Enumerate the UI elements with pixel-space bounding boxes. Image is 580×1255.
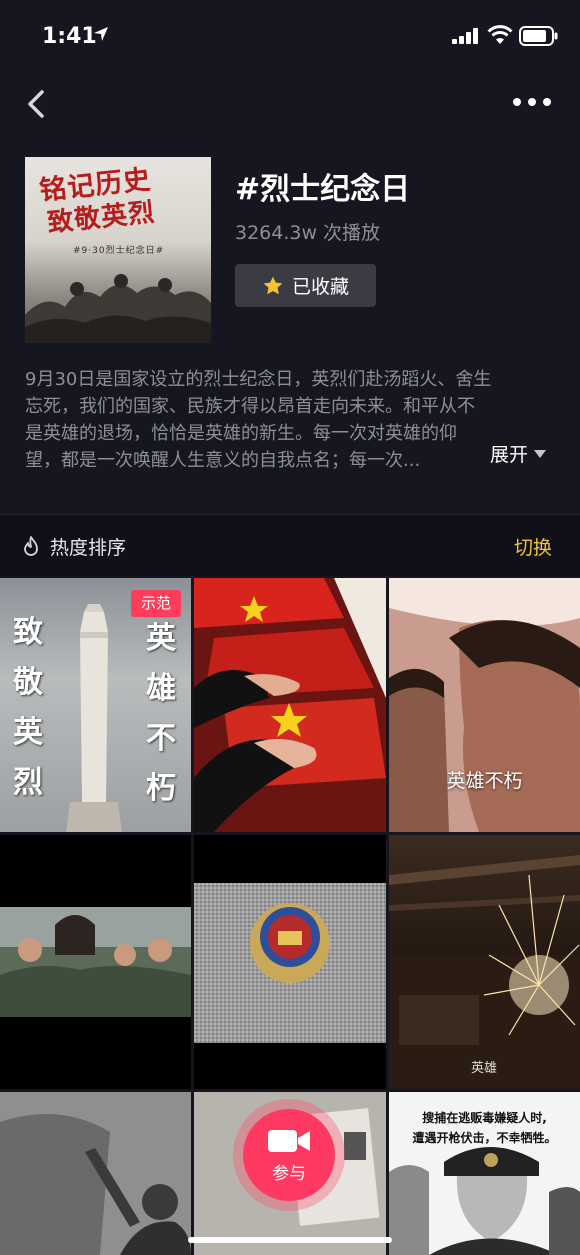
wifi-icon: [487, 25, 513, 44]
flame-icon: [24, 535, 38, 556]
cellular-signal-icon: [452, 28, 478, 44]
overlay-text-left: 致敬英烈: [13, 615, 43, 800]
video-thumbnail[interactable]: [194, 835, 386, 1089]
switch-sort-button[interactable]: 切换: [514, 533, 552, 560]
home-indicator: [188, 1237, 392, 1243]
video-thumbnail[interactable]: 致敬英烈 英雄不朽 示范: [0, 578, 191, 832]
play-count: 3264.3w 次播放: [235, 218, 380, 245]
expand-label: 展开: [490, 444, 529, 466]
soldiers-illustration: [25, 274, 211, 343]
flag-image: [194, 578, 386, 832]
video-thumbnail[interactable]: 英雄不朽: [389, 578, 580, 832]
caret-down-icon: [534, 449, 547, 458]
topic-title: #烈士纪念日: [235, 172, 411, 207]
status-time: 1:41: [42, 24, 97, 49]
star-icon: [263, 276, 283, 294]
description-line: 是英雄的退场，恰恰是英雄的新生。每一次对英雄的仰: [25, 423, 457, 444]
ellipsis-icon[interactable]: [512, 92, 552, 112]
join-label: 参与: [272, 1163, 306, 1184]
location-arrow-icon: [94, 27, 108, 41]
top-nav: [0, 80, 580, 130]
play-count-value: 3264.3w: [235, 222, 318, 244]
play-count-suffix: 次播放: [323, 222, 381, 244]
sort-bar: 热度排序 切换: [0, 514, 580, 576]
status-bar: 1:41: [0, 0, 580, 70]
expand-button[interactable]: 展开: [490, 440, 547, 467]
join-button-inner: 参与: [243, 1109, 335, 1201]
monument-image: [66, 604, 122, 832]
description-line: 忘死，我们的国家、民族才得以昂首走向未来。和平从不: [25, 396, 475, 417]
battery-icon: [519, 26, 558, 46]
demo-badge: 示范: [131, 590, 181, 617]
join-button[interactable]: 参与: [233, 1099, 345, 1211]
soldiers-scene-image: [0, 907, 191, 1017]
video-caption: 英雄: [471, 1061, 498, 1076]
video-thumbnail[interactable]: 英雄: [389, 835, 580, 1089]
video-camera-icon: [268, 1129, 310, 1152]
video-thumbnail[interactable]: [194, 578, 386, 832]
description-line: 9月30日是国家设立的烈士纪念日，英烈们赴汤蹈火、舍生: [25, 369, 492, 390]
topic-description: 9月30日是国家设立的烈士纪念日，英烈们赴汤蹈火、舍生 忘死，我们的国家、民族才…: [25, 366, 557, 474]
overlay-text-right: 英雄不朽: [146, 621, 176, 806]
cover-subtitle: #9·30烈士纪念日#: [73, 246, 165, 256]
video-thumbnail[interactable]: 搜捕在逃贩毒嫌疑人时, 遭遇开枪伏击，不幸牺牲。: [389, 1092, 580, 1255]
favorite-button[interactable]: 已收藏: [235, 264, 376, 307]
favorite-label: 已收藏: [291, 276, 349, 298]
police-officers-image: [389, 1147, 580, 1255]
description-line: 望，都是一次唤醒人生意义的自我点名；每一次...: [25, 450, 421, 471]
video-thumbnail[interactable]: [0, 1092, 191, 1255]
sort-label: 热度排序: [50, 537, 127, 559]
historic-soldier-image: [0, 1092, 191, 1255]
child-portrait-image: [389, 578, 580, 832]
video-caption: 英雄不朽: [446, 770, 523, 792]
topic-cover-image: 铭记历史 致敬英烈 #9·30烈士纪念日#: [25, 157, 211, 343]
chevron-left-icon[interactable]: [20, 86, 56, 122]
police-emblem-image: [194, 883, 386, 1043]
sort-selector: 热度排序: [22, 533, 126, 560]
sparks-scene-image: [389, 855, 580, 1089]
video-thumbnail[interactable]: [0, 835, 191, 1089]
